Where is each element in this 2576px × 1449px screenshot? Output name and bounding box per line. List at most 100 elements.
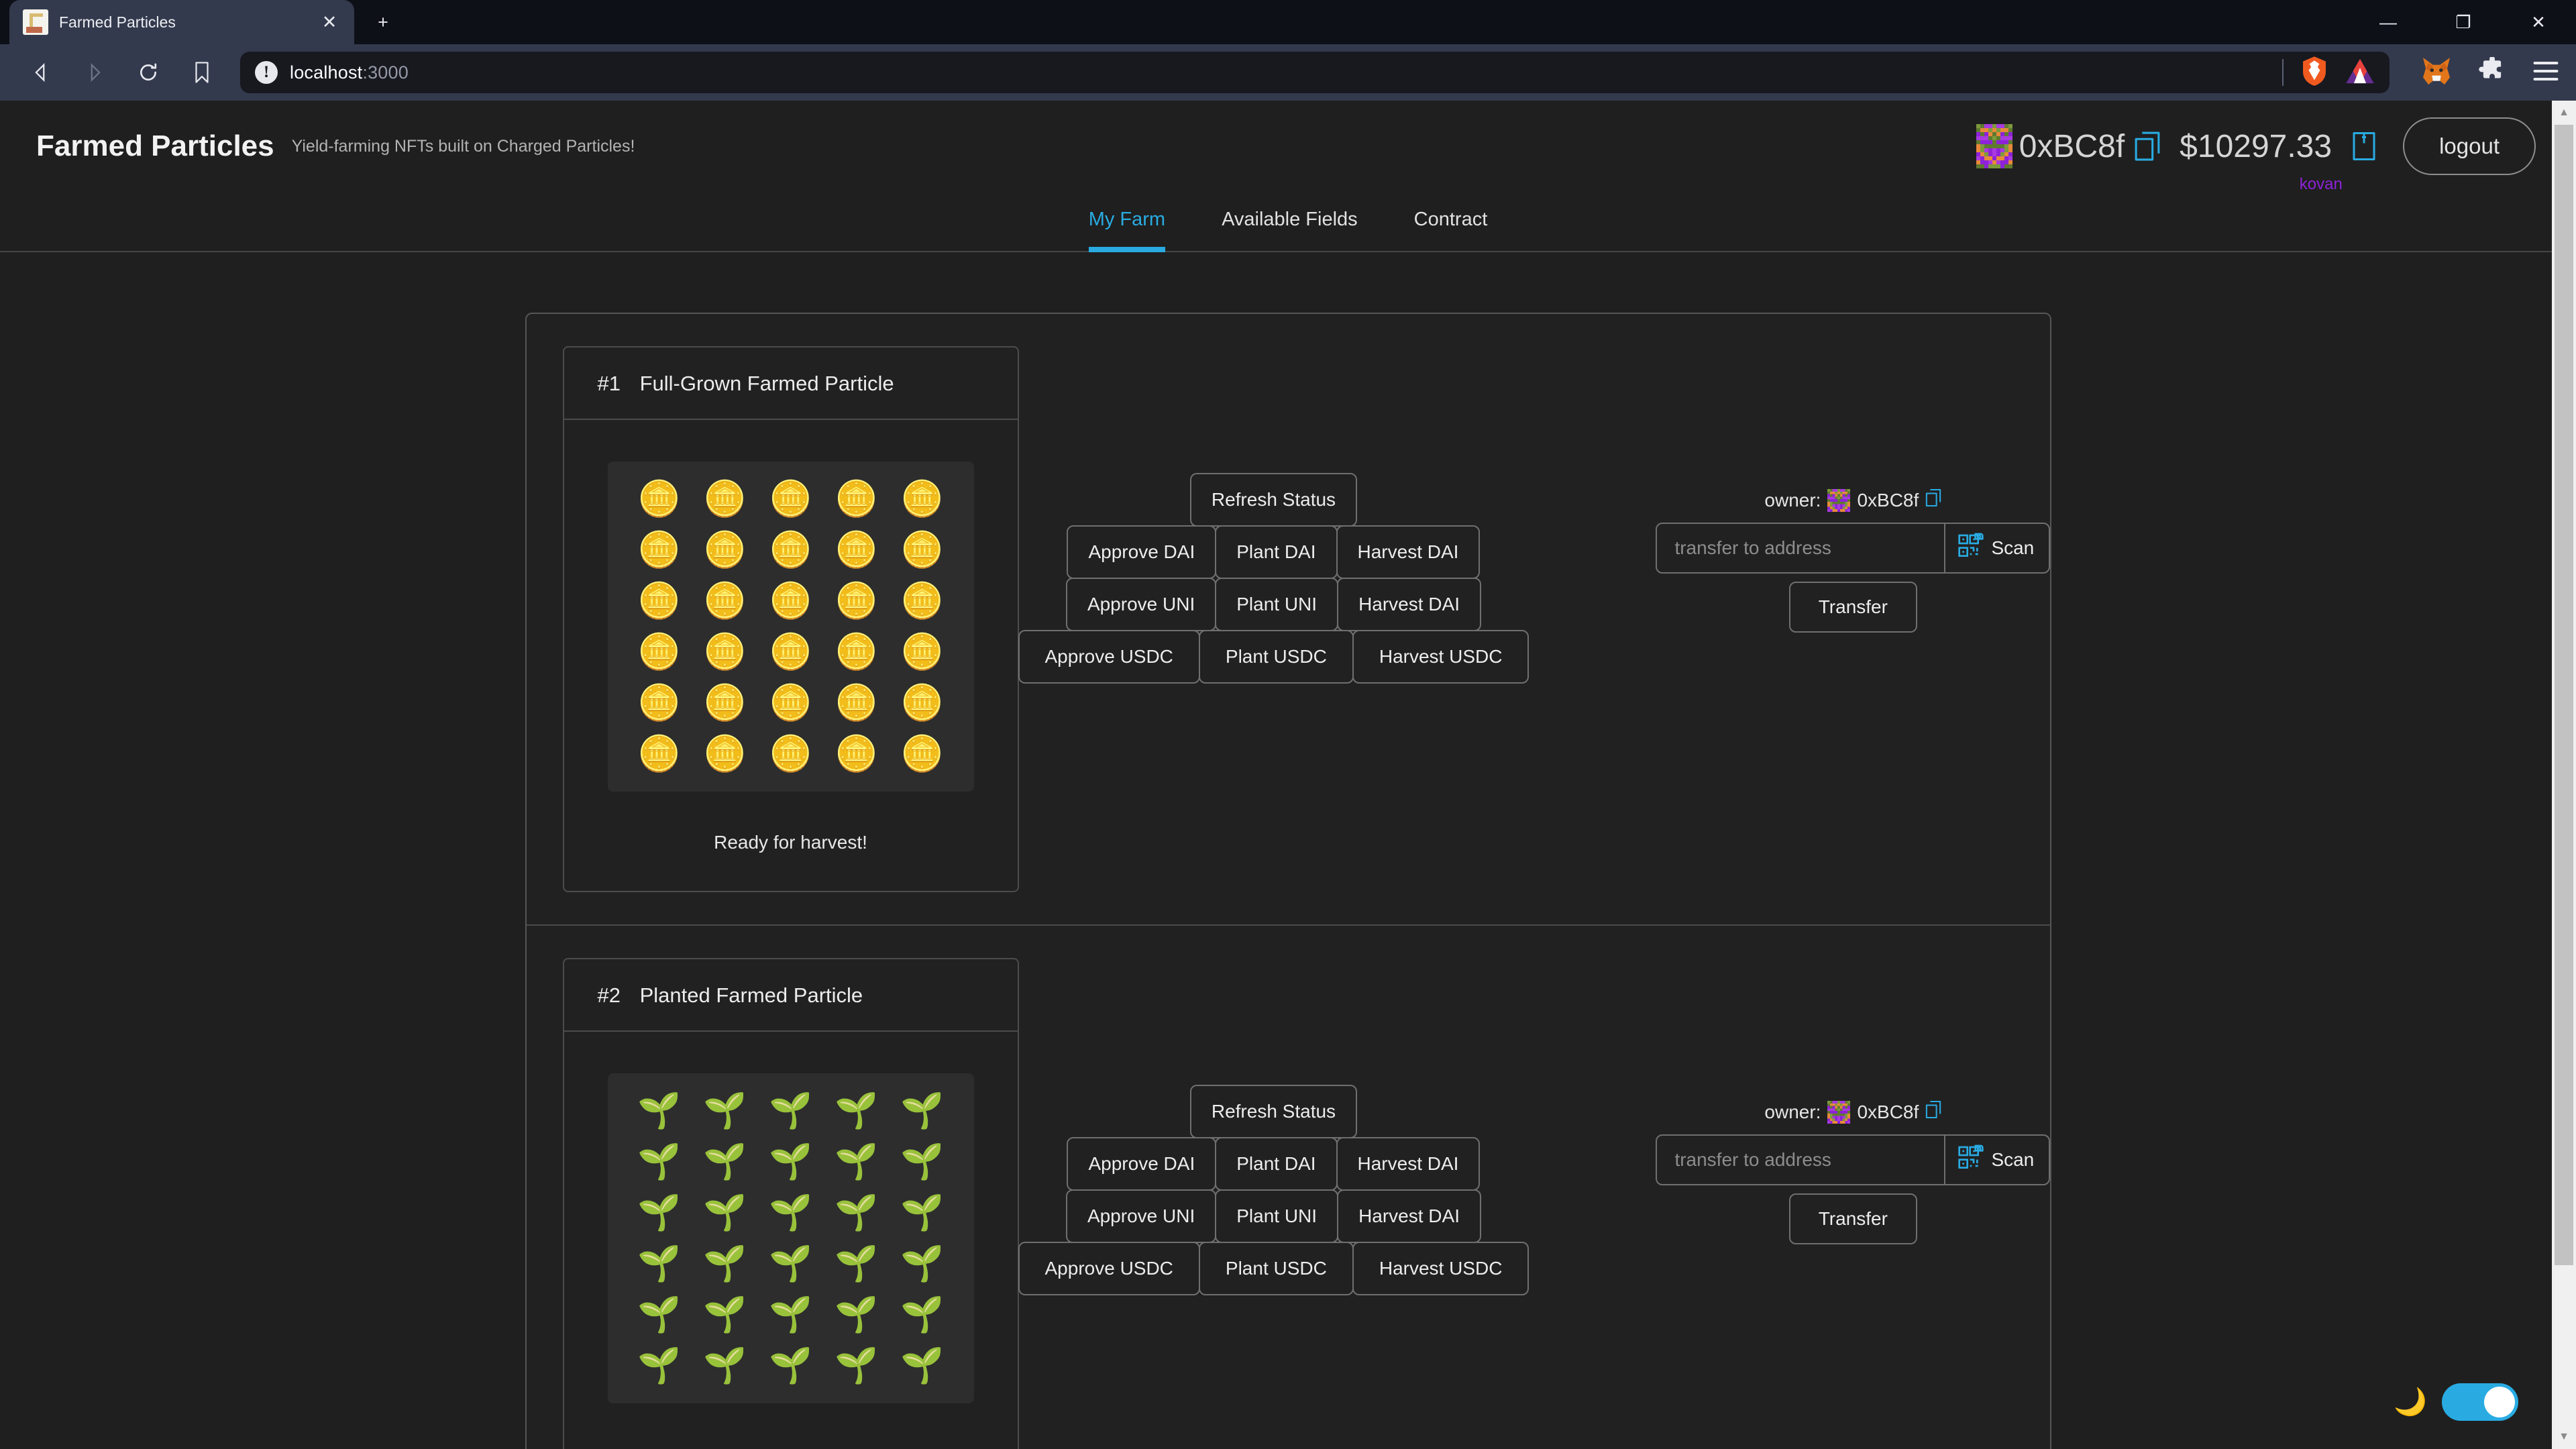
copy-icon[interactable] (1925, 1100, 1941, 1124)
transfer-address-input[interactable] (1656, 523, 1946, 574)
seedling-icon: 🌱 (900, 1091, 944, 1130)
transfer-button[interactable]: Transfer (1788, 582, 1917, 633)
scan-button[interactable]: Scan (1944, 1134, 2050, 1185)
page-scrollbar[interactable]: ▲ ▼ (2552, 101, 2576, 1449)
action-button-grid: Refresh Status Approve DAI Plant DAI Har… (1018, 1085, 1529, 1295)
dai-coin-flower-icon: 🪙 (769, 531, 812, 570)
approve-uni-button[interactable]: Approve UNI (1065, 1189, 1217, 1243)
dark-mode-toggle[interactable]: 🌙 (2394, 1383, 2518, 1421)
copy-icon[interactable] (1925, 488, 1941, 512)
refresh-status-button[interactable]: Refresh Status (1189, 1085, 1358, 1138)
owner-avatar (1827, 1100, 1851, 1124)
action-row-uni: Approve UNI Plant UNI Harvest DAI (1065, 1189, 1481, 1243)
browser-nav-bar: ! localhost:3000 (0, 44, 2576, 101)
seedling-icon: 🌱 (637, 1295, 681, 1334)
divider (2282, 59, 2284, 86)
copy-icon[interactable] (2134, 131, 2161, 162)
nft-card-body: 🪙 🪙 🪙 🪙 🪙 🪙 🪙 🪙 🪙 🪙 🪙 🪙 🪙 🪙 🪙 🪙 🪙 🪙 🪙 🪙 🪙 🪙 🪙 🪙 🪙 🪙 🪙 🪙 🪙 🪙 Ready for… (564, 420, 1018, 891)
dai-coin-flower-icon: 🪙 (769, 684, 812, 722)
owner-avatar (1827, 488, 1851, 512)
harvest-dai-button[interactable]: Harvest DAI (1336, 1137, 1481, 1191)
seedling-icon: 🌱 (835, 1244, 878, 1283)
dai-coin-flower-icon: 🪙 (769, 735, 812, 773)
close-icon[interactable]: ✕ (2501, 0, 2576, 44)
close-icon[interactable]: ✕ (318, 11, 341, 34)
qr-scan-icon (1957, 533, 1984, 564)
transfer-address-input[interactable] (1656, 1134, 1946, 1185)
seedling-icon: 🌱 (703, 1091, 747, 1130)
action-row-usdc: Approve USDC Plant USDC Harvest USDC (1018, 630, 1529, 684)
browser-tab[interactable]: Farmed Particles ✕ (9, 0, 354, 44)
scroll-up-icon[interactable]: ▲ (2552, 101, 2576, 125)
brave-rewards-icon[interactable] (2345, 57, 2375, 89)
seedling-icon: 🌱 (769, 1346, 812, 1385)
plant-usdc-button[interactable]: Plant USDC (1198, 630, 1354, 684)
nav-tabs: My Farm Available Fields Contract (0, 192, 2576, 252)
minimize-icon[interactable]: — (2351, 0, 2426, 44)
plant-uni-button[interactable]: Plant UNI (1215, 578, 1339, 631)
seedling-icon: 🌱 (835, 1193, 878, 1232)
harvest-uni-button[interactable]: Harvest DAI (1337, 1189, 1481, 1243)
logout-button[interactable]: logout (2403, 117, 2536, 175)
wallet-address: 0xBC8f (2019, 128, 2125, 164)
dai-coin-flower-icon: 🪙 (637, 633, 681, 672)
dai-coin-flower-icon: 🪙 (900, 735, 944, 773)
forward-icon[interactable] (70, 48, 119, 97)
tab-my-farm[interactable]: My Farm (1088, 192, 1166, 252)
browser-chrome: Farmed Particles ✕ + — ❐ ✕ ! localhost:3… (0, 0, 2576, 101)
dai-coin-flower-icon: 🪙 (637, 735, 681, 773)
approve-uni-button[interactable]: Approve UNI (1065, 578, 1217, 631)
dai-coin-flower-icon: 🪙 (637, 582, 681, 621)
refresh-status-button[interactable]: Refresh Status (1189, 473, 1358, 527)
nft-name: Planted Farmed Particle (639, 983, 863, 1007)
extensions-puzzle-icon[interactable] (2478, 56, 2506, 89)
site-info-icon[interactable]: ! (255, 61, 278, 84)
maximize-icon[interactable]: ❐ (2426, 0, 2501, 44)
scan-button[interactable]: Scan (1944, 523, 2050, 574)
plant-dai-button[interactable]: Plant DAI (1215, 1137, 1338, 1191)
harvest-usdc-button[interactable]: Harvest USDC (1352, 630, 1529, 684)
url-bar[interactable]: ! localhost:3000 (240, 52, 2390, 93)
new-tab-button[interactable]: + (366, 5, 400, 39)
dai-coin-flower-icon: 🪙 (637, 684, 681, 722)
dai-coin-flower-icon: 🪙 (900, 480, 944, 519)
dai-coin-flower-art: 🪙 🪙 🪙 🪙 🪙 🪙 🪙 🪙 🪙 🪙 🪙 🪙 🪙 🪙 🪙 🪙 🪙 🪙 🪙 🪙 🪙 🪙 🪙 🪙 🪙 🪙 🪙 🪙 🪙 🪙 (607, 462, 974, 792)
wallet-icon[interactable] (2352, 131, 2376, 162)
dai-coin-flower-icon: 🪙 (835, 531, 878, 570)
plant-usdc-button[interactable]: Plant USDC (1198, 1242, 1354, 1295)
url-text: localhost:3000 (290, 62, 409, 83)
back-icon[interactable] (16, 48, 66, 97)
bookmark-icon[interactable] (177, 48, 227, 97)
action-row-uni: Approve UNI Plant UNI Harvest DAI (1065, 578, 1481, 631)
seedling-icon: 🌱 (637, 1346, 681, 1385)
owner-label: owner: (1764, 489, 1821, 511)
brave-shields-icon[interactable] (2301, 56, 2328, 90)
harvest-dai-button[interactable]: Harvest DAI (1336, 525, 1481, 579)
seedling-icon: 🌱 (703, 1244, 747, 1283)
owner-address: 0xBC8f (1857, 489, 1919, 511)
metamask-fox-icon[interactable] (2420, 56, 2453, 90)
tab-available-fields[interactable]: Available Fields (1222, 192, 1358, 251)
approve-usdc-button[interactable]: Approve USDC (1018, 1242, 1200, 1295)
plant-uni-button[interactable]: Plant UNI (1215, 1189, 1339, 1243)
approve-dai-button[interactable]: Approve DAI (1067, 1137, 1217, 1191)
harvest-uni-button[interactable]: Harvest DAI (1337, 578, 1481, 631)
browser-menu-icon[interactable] (2532, 60, 2560, 86)
toggle-track[interactable] (2442, 1383, 2518, 1421)
approve-dai-button[interactable]: Approve DAI (1067, 525, 1217, 579)
dai-coin-flower-icon: 🪙 (703, 633, 747, 672)
nft-card: #1 Full-Grown Farmed Particle 🪙 🪙 🪙 🪙 🪙 🪙 🪙 🪙 🪙 🪙… (562, 346, 1019, 892)
reload-icon[interactable] (123, 48, 173, 97)
scroll-down-icon[interactable]: ▼ (2552, 1425, 2576, 1449)
network-name: kovan (2299, 175, 2343, 193)
harvest-usdc-button[interactable]: Harvest USDC (1352, 1242, 1529, 1295)
seedling-icon: 🌱 (637, 1244, 681, 1283)
plant-dai-button[interactable]: Plant DAI (1215, 525, 1338, 579)
scrollbar-thumb[interactable] (2555, 125, 2573, 1265)
tab-contract[interactable]: Contract (1414, 192, 1488, 251)
approve-usdc-button[interactable]: Approve USDC (1018, 630, 1200, 684)
dai-coin-flower-icon: 🪙 (835, 735, 878, 773)
seedling-icon: 🌱 (900, 1244, 944, 1283)
transfer-button[interactable]: Transfer (1788, 1193, 1917, 1244)
seedling-icon: 🌱 (769, 1142, 812, 1181)
